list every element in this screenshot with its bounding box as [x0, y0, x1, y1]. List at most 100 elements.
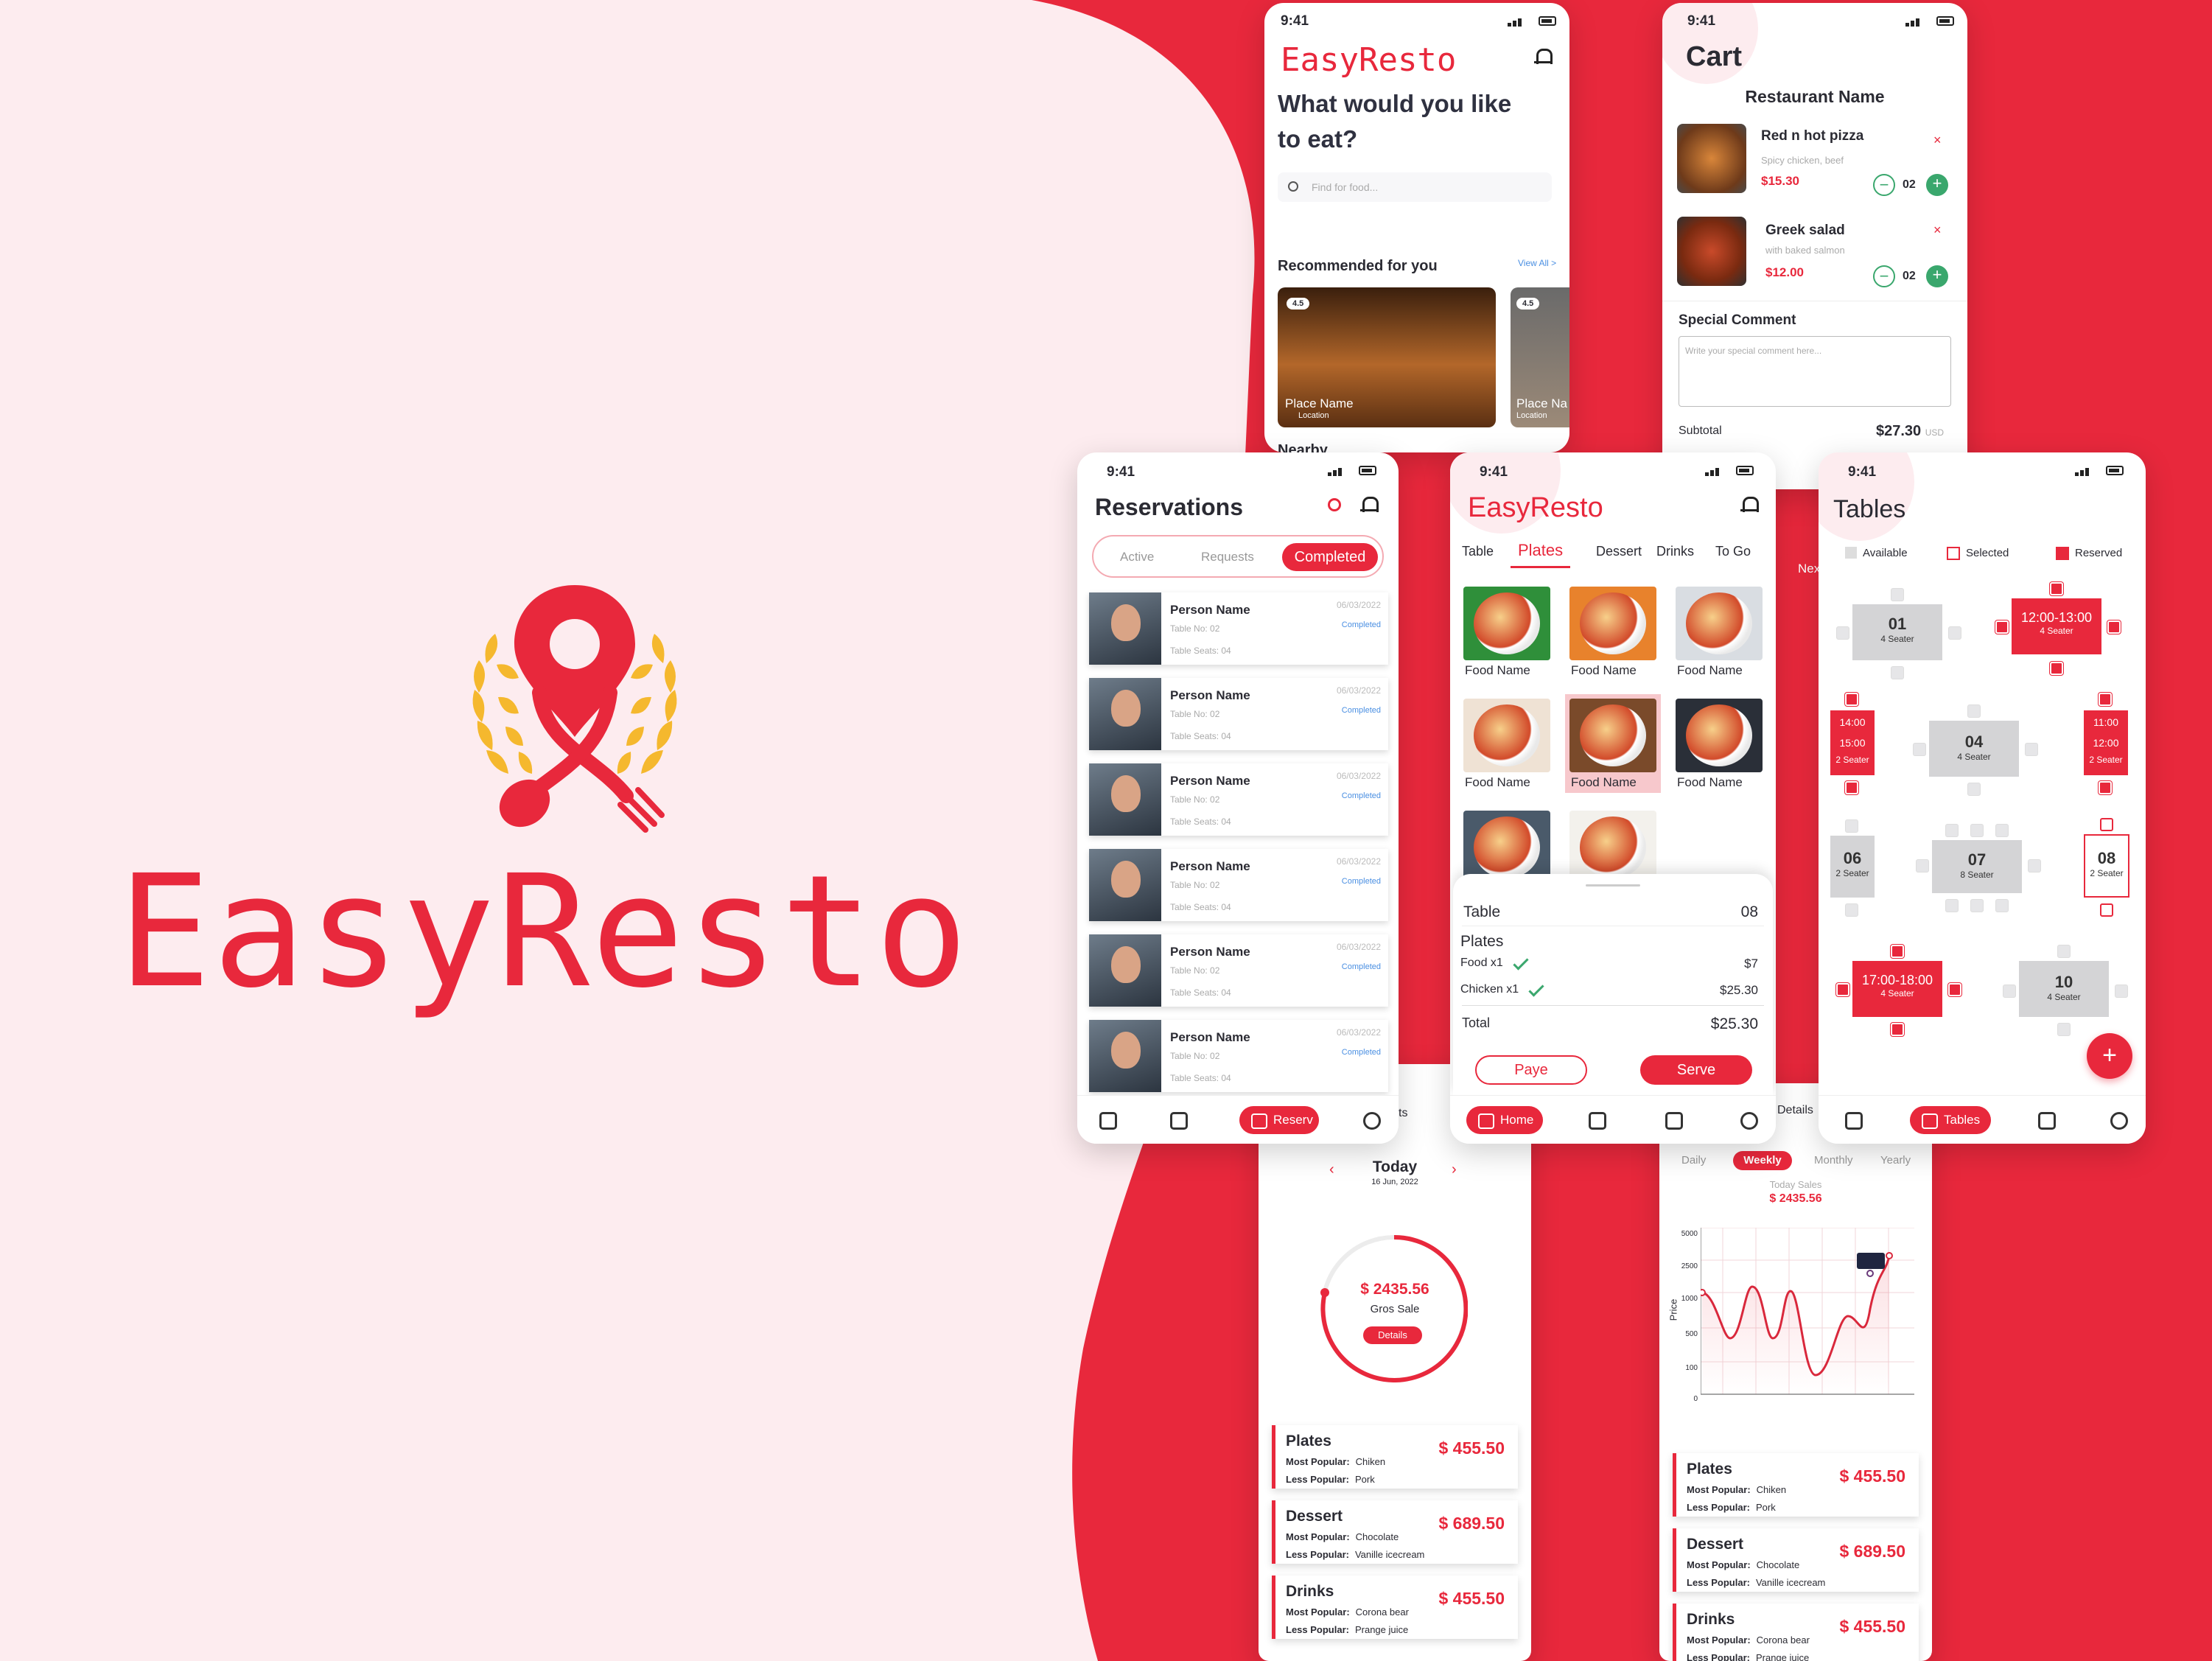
status-bar: 9:41 [1450, 452, 1776, 486]
tab-requests[interactable]: Requests [1201, 550, 1254, 564]
table-10[interactable]: 10 4 Seater [2019, 961, 2109, 1017]
reservation-tabs: Active Requests Completed [1092, 535, 1384, 578]
notification-bell-icon[interactable] [1740, 495, 1759, 514]
tab-to-go[interactable]: To Go [1715, 544, 1751, 559]
details-button[interactable]: Details [1363, 1326, 1422, 1344]
table-number: Table No: 02 [1170, 623, 1220, 634]
table-08[interactable]: 08 2 Seater [2084, 834, 2129, 898]
tab-tables[interactable]: Tables [1910, 1106, 1991, 1134]
table-reserved-17[interactable]: 17:00-18:00 4 Seater [1852, 961, 1942, 1017]
period-daily[interactable]: Daily [1681, 1154, 1706, 1167]
sales-card: Drinks $ 455.50 Most Popular: Corona bear … [1272, 1576, 1518, 1639]
page-title: Tables [1833, 495, 1906, 523]
order-sheet: Table 08 Plates Food x1 $7 Chicken x1 $2… [1453, 874, 1773, 1095]
food-image [1463, 811, 1550, 884]
view-all-link[interactable]: View All > [1518, 258, 1556, 268]
cart-item-price: $15.30 [1761, 174, 1799, 188]
tab-dessert[interactable]: Dessert [1596, 544, 1642, 559]
profile-icon[interactable] [1363, 1112, 1381, 1130]
period-monthly[interactable]: Monthly [1814, 1154, 1853, 1167]
sales-date: 16 Jun, 2022 [1371, 1178, 1418, 1186]
avatar [1089, 592, 1161, 665]
tab-table[interactable]: Table [1462, 544, 1494, 559]
profile-icon[interactable] [2110, 1112, 2128, 1130]
home-icon[interactable] [1099, 1112, 1117, 1130]
food-item[interactable]: Food Name [1459, 694, 1555, 793]
comment-textarea[interactable]: Write your special comment here... [1679, 336, 1951, 407]
pay-button[interactable]: Paye [1475, 1055, 1587, 1085]
bottom-nav: Tables [1819, 1095, 2146, 1144]
food-item[interactable]: Food Name [1565, 582, 1661, 681]
table-04[interactable]: 04 4 Seater [1929, 721, 2019, 777]
sales-card: Plates $ 455.50 Most Popular: Chiken Less … [1272, 1425, 1518, 1489]
status-badge: Completed [1341, 962, 1381, 971]
table-07[interactable]: 07 8 Seater [1932, 840, 2022, 893]
search-input[interactable]: Find for food... [1278, 172, 1552, 202]
reservation-row[interactable]: Person Name Table No: 02 Table Seats: 04 06… [1089, 849, 1388, 921]
table-number: Table No: 02 [1170, 794, 1220, 805]
food-item[interactable]: Food Name [1671, 694, 1767, 793]
table-reserved-12[interactable]: 12:00-13:00 4 Seater [2012, 598, 2101, 654]
place-location: Location [1298, 411, 1329, 420]
menu-icon[interactable] [1589, 1112, 1606, 1130]
table-reserved-11[interactable]: 11:00 12:00 2 Seater [2084, 710, 2128, 775]
add-table-button[interactable]: + [2087, 1033, 2132, 1079]
remove-icon[interactable]: × [1933, 133, 1942, 148]
tab-home[interactable]: Home [1466, 1106, 1543, 1134]
table-06[interactable]: 06 2 Seater [1830, 836, 1875, 898]
tab-plates[interactable]: Plates [1511, 541, 1571, 568]
remove-icon[interactable]: × [1933, 223, 1942, 238]
tab-reservations[interactable]: Reserv [1239, 1106, 1319, 1134]
sales-card: Dessert $ 689.50 Most Popular: Chocolate L… [1272, 1500, 1518, 1564]
menu-icon[interactable] [1170, 1112, 1188, 1130]
calendar-icon[interactable] [1665, 1112, 1683, 1130]
reservation-row[interactable]: Person Name Table No: 02 Table Seats: 04 06… [1089, 678, 1388, 750]
restaurant-name: Restaurant Name [1745, 87, 1885, 106]
period-yearly[interactable]: Yearly [1880, 1154, 1911, 1167]
tab-active[interactable]: Active [1120, 550, 1154, 564]
sales-screen: ‹ › Today 16 Jun, 2022 $ 2435.56 Gros Sa… [1259, 1064, 1531, 1661]
avatar [1089, 678, 1161, 750]
food-item[interactable]: Food Name [1671, 582, 1767, 681]
cart-item-name: Greek salad [1765, 223, 1845, 238]
profile-icon[interactable] [1740, 1112, 1758, 1130]
period-weekly[interactable]: Weekly [1733, 1151, 1792, 1170]
notification-bell-icon[interactable] [1534, 47, 1553, 66]
food-name: Food Name [1571, 775, 1637, 789]
person-name: Person Name [1170, 945, 1250, 959]
cart-item-image [1677, 124, 1746, 193]
status-time: 9:41 [1281, 13, 1309, 29]
table-reserved-14[interactable]: 14:00 15:00 2 Seater [1830, 710, 1875, 775]
calendar-icon[interactable] [2038, 1112, 2056, 1130]
subtotal-value: $27.30 USD [1876, 423, 1945, 439]
plus-button[interactable]: + [1926, 265, 1948, 287]
reservation-row[interactable]: Person Name Table No: 02 Table Seats: 04 06… [1089, 1020, 1388, 1092]
home-icon[interactable] [1845, 1112, 1863, 1130]
minus-button[interactable]: − [1873, 265, 1895, 287]
reservation-row[interactable]: Person Name Table No: 02 Table Seats: 04 06… [1089, 763, 1388, 836]
restaurant-card[interactable]: 4.5 Place Na Location [1511, 287, 1569, 427]
reservations-screen: 9:41 Reservations Active Requests Comple… [1077, 452, 1399, 1144]
sales-today: Today [1372, 1158, 1418, 1175]
minus-button[interactable]: − [1873, 174, 1895, 196]
sheet-handle[interactable] [1586, 884, 1640, 887]
page-title: Cart [1686, 41, 1743, 72]
tables-screen: 9:41 Tables Available Selected Reserved … [1819, 452, 2146, 1144]
search-icon[interactable] [1328, 498, 1341, 511]
table-number: Table No: 02 [1170, 1051, 1220, 1061]
avatar [1089, 1020, 1161, 1092]
restaurant-card[interactable]: 4.5 Place Name Location [1278, 287, 1496, 427]
serve-button[interactable]: Serve [1640, 1055, 1752, 1085]
table-01[interactable]: 01 4 Seater [1852, 604, 1942, 660]
food-item[interactable]: Food Name [1459, 582, 1555, 681]
reservation-row[interactable]: Person Name Table No: 02 Table Seats: 04 06… [1089, 592, 1388, 665]
food-item[interactable]: Food Name [1565, 694, 1661, 793]
quantity: 02 [1903, 178, 1916, 191]
reservation-row[interactable]: Person Name Table No: 02 Table Seats: 04 06… [1089, 934, 1388, 1007]
notification-bell-icon[interactable] [1360, 495, 1379, 514]
sales-line-chart [1701, 1228, 1914, 1395]
person-name: Person Name [1170, 774, 1250, 788]
plus-button[interactable]: + [1926, 174, 1948, 196]
tab-completed[interactable]: Completed [1282, 543, 1378, 571]
tab-drinks[interactable]: Drinks [1656, 544, 1694, 559]
